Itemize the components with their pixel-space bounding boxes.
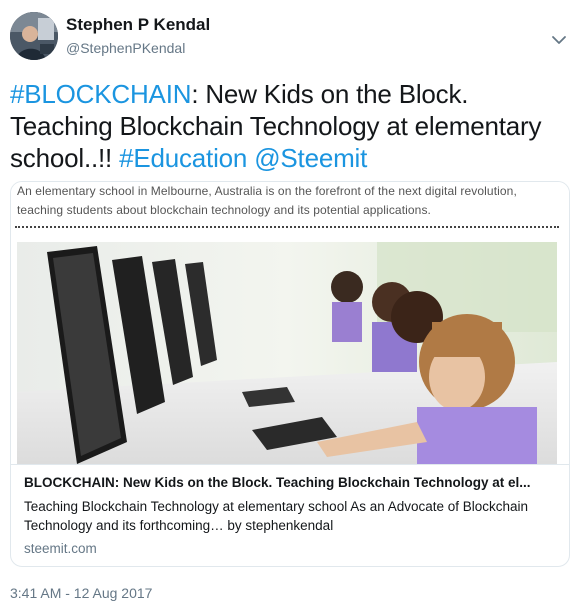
card-meta[interactable]: BLOCKCHAIN: New Kids on the Block. Teach… [11,464,569,566]
article-snippet: An elementary school in Melbourne, Austr… [17,184,517,217]
link-card[interactable]: An elementary school in Melbourne, Austr… [10,181,570,567]
author-handle[interactable]: @StephenPKendal [66,40,185,56]
card-image[interactable]: An elementary school in Melbourne, Austr… [11,182,569,464]
mention-steemit[interactable]: @Steemit [254,143,367,173]
chevron-down-icon[interactable] [549,30,569,50]
card-title[interactable]: BLOCKCHAIN: New Kids on the Block. Teach… [24,475,559,490]
dotted-divider [15,226,559,228]
card-description: Teaching Blockchain Technology at elemen… [24,499,529,533]
card-domain: steemit.com [24,541,97,556]
hashtag-education[interactable]: #Education [119,143,247,173]
tweet-timestamp[interactable]: 3:41 AM - 12 Aug 2017 [10,585,152,601]
classroom-photo [17,242,557,464]
avatar-image [10,12,58,60]
author-name[interactable]: Stephen P Kendal [66,15,210,35]
hashtag-blockchain[interactable]: #BLOCKCHAIN [10,79,192,109]
tweet-text: #BLOCKCHAIN: New Kids on the Block. Teac… [10,78,570,174]
avatar[interactable] [10,12,58,60]
